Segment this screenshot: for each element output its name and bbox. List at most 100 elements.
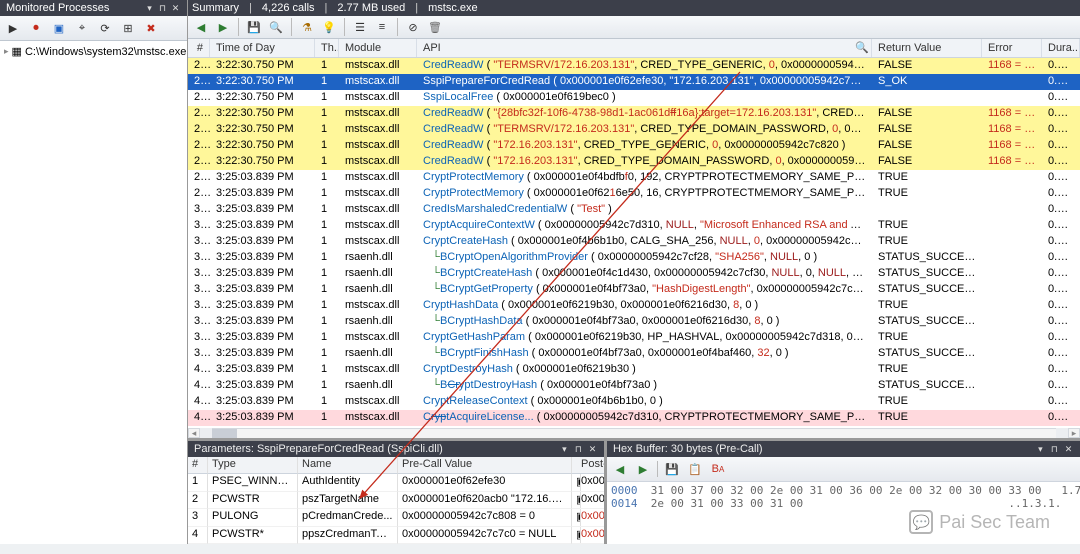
table-row[interactable]: 313:25:03.839 PM1mstscax.dllCryptAcquire… xyxy=(188,218,1080,234)
dropdown-icon[interactable]: ▾ xyxy=(559,444,570,455)
table-row[interactable]: 363:25:03.839 PM1mstscax.dllCryptHashDat… xyxy=(188,298,1080,314)
summary-label[interactable]: Summary xyxy=(192,2,239,14)
expand-icon[interactable]: ▸ xyxy=(4,46,9,57)
nav-back-icon[interactable]: ◀ xyxy=(192,18,210,36)
table-row[interactable]: 393:25:03.839 PM1rsaenh.dll └BCryptFinis… xyxy=(188,346,1080,362)
table-row[interactable]: 253:22:30.750 PM1mstscax.dllCredReadW ( … xyxy=(188,122,1080,138)
table-row[interactable]: 233:22:30.750 PM1mstscax.dllSspiLocalFre… xyxy=(188,90,1080,106)
col-time[interactable]: Time of Day xyxy=(210,39,315,57)
table-row[interactable]: 213:22:30.750 PM1mstscax.dllCredReadW ( … xyxy=(188,58,1080,74)
col-api[interactable]: API🔍 xyxy=(417,39,872,57)
stop-icon[interactable]: ▣ xyxy=(50,19,68,37)
col-error[interactable]: Error xyxy=(982,39,1042,57)
record-icon[interactable]: ⏺ xyxy=(27,19,45,37)
nav-fwd-icon[interactable]: ▶ xyxy=(634,460,652,478)
params-cell: pCredmanCrede... xyxy=(298,509,398,526)
hex-body[interactable]: 0000 31 00 37 00 32 00 2e 00 31 00 36 00… xyxy=(607,482,1080,544)
main-toolbar: ◀ ▶ 💾 🔍 ⚗ 💡 ☰ ≡ ⊘ 🗑 xyxy=(188,16,1080,39)
params-cell: PCWSTR xyxy=(208,492,298,509)
remove-icon[interactable]: ✖ xyxy=(142,19,160,37)
params-col[interactable]: Post-Call Value xyxy=(577,457,604,474)
params-cell: pszTargetName xyxy=(298,492,398,509)
dropdown-icon[interactable]: ▾ xyxy=(144,3,155,14)
treeview-icon[interactable]: ☰ xyxy=(351,18,369,36)
table-row[interactable]: 373:25:03.839 PM1rsaenh.dll └BCryptHashD… xyxy=(188,314,1080,330)
params-cell: 0x00000005942c7c7c0 = C xyxy=(577,527,604,544)
refresh-icon[interactable]: ⟳ xyxy=(96,19,114,37)
close-icon[interactable]: ✕ xyxy=(170,3,181,14)
pin-icon[interactable]: ⊓ xyxy=(573,444,584,455)
params-col[interactable]: # xyxy=(188,457,208,474)
exe-icon: ▦ xyxy=(12,45,22,58)
close-icon[interactable]: ✕ xyxy=(1063,444,1074,455)
process-tree[interactable]: ▸ ▦ C:\Windows\system32\mstsc.exe xyxy=(0,41,187,544)
panel-title-text: Monitored Processes xyxy=(6,2,109,14)
table-row[interactable]: 243:22:30.750 PM1mstscax.dllCredReadW ( … xyxy=(188,106,1080,122)
close-icon[interactable]: ✕ xyxy=(587,444,598,455)
params-col[interactable]: Pre-Call Value xyxy=(398,457,572,474)
col-duration[interactable]: Dura... xyxy=(1042,39,1080,57)
params-cell: ppszCredmanTar... xyxy=(298,527,398,544)
table-row[interactable]: 273:22:30.750 PM1mstscax.dllCredReadW ( … xyxy=(188,154,1080,170)
params-col[interactable]: Name xyxy=(298,457,398,474)
add-process-icon[interactable]: ▶ xyxy=(4,19,22,37)
table-row[interactable]: 323:25:03.839 PM1mstscax.dllCryptCreateH… xyxy=(188,234,1080,250)
params-cell: 0x000001e0f620acb0 "172.16.203.131" xyxy=(398,492,572,509)
params-cell: 2 xyxy=(188,492,208,509)
lightbulb-icon[interactable]: 💡 xyxy=(320,18,338,36)
params-cell: PCWSTR* xyxy=(208,527,298,544)
scroll-thumb[interactable] xyxy=(212,429,237,438)
summary-process: mstsc.exe xyxy=(428,2,478,14)
table-row[interactable]: 223:22:30.750 PM1mstscax.dllSspiPrepareF… xyxy=(188,74,1080,90)
hex-title: Hex Buffer: 30 bytes (Pre-Call) ▾ ⊓ ✕ xyxy=(607,441,1080,457)
view-mode-icon[interactable]: BA xyxy=(709,460,727,478)
table-row[interactable]: 263:22:30.750 PM1mstscax.dllCredReadW ( … xyxy=(188,138,1080,154)
params-cell: 0x00000005942c7c808 = 0 xyxy=(398,509,572,526)
crosshair-icon[interactable]: ⌖ xyxy=(73,19,91,37)
col-num[interactable]: # xyxy=(188,39,210,57)
copy-icon[interactable]: 📋 xyxy=(686,460,704,478)
table-row[interactable]: 303:25:03.839 PM1mstscax.dllCredIsMarsha… xyxy=(188,202,1080,218)
search-icon[interactable]: 🔍 xyxy=(855,41,867,53)
table-row[interactable]: 293:25:03.839 PM1mstscax.dllCryptProtect… xyxy=(188,186,1080,202)
table-row[interactable]: 283:25:03.839 PM1mstscax.dllCryptProtect… xyxy=(188,170,1080,186)
h-scrollbar[interactable]: ◂ ▸ xyxy=(188,428,1080,438)
table-row[interactable]: 343:25:03.839 PM1rsaenh.dll └BCryptCreat… xyxy=(188,266,1080,282)
delete-icon[interactable]: 🗑 xyxy=(426,18,444,36)
params-grid[interactable]: #TypeNamePre-Call Value▣Post-Call Value▣… xyxy=(188,457,604,544)
params-cell: 0x000001e0f620acb0 "17 xyxy=(577,492,604,509)
tree-root-label: C:\Windows\system32\mstsc.exe xyxy=(25,46,186,58)
scroll-right-icon[interactable]: ▸ xyxy=(1068,428,1080,438)
tree-root[interactable]: ▸ ▦ C:\Windows\system32\mstsc.exe xyxy=(4,44,183,59)
table-row[interactable]: 383:25:03.839 PM1mstscax.dllCryptGetHash… xyxy=(188,330,1080,346)
nav-back-icon[interactable]: ◀ xyxy=(611,460,629,478)
table-row[interactable]: 353:25:03.839 PM1rsaenh.dll └BCryptGetPr… xyxy=(188,282,1080,298)
summary-calls: 4,226 calls xyxy=(262,2,315,14)
table-row[interactable]: 333:25:03.839 PM1rsaenh.dll └BCryptOpenA… xyxy=(188,250,1080,266)
left-toolbar: ▶ ⏺ ▣ ⌖ ⟳ ⊞ ✖ xyxy=(0,16,187,41)
save-hex-icon[interactable]: 💾 xyxy=(663,460,681,478)
params-cell: 4 xyxy=(188,527,208,544)
pin-icon[interactable]: ⊓ xyxy=(1049,444,1060,455)
nav-fwd-icon[interactable]: ▶ xyxy=(214,18,232,36)
funnel-icon[interactable]: ⚗ xyxy=(298,18,316,36)
scroll-left-icon[interactable]: ◂ xyxy=(188,428,200,438)
table-row[interactable]: 403:25:03.839 PM1mstscax.dllCryptDestroy… xyxy=(188,362,1080,378)
grid-rows[interactable]: 213:22:30.750 PM1mstscax.dllCredReadW ( … xyxy=(188,58,1080,428)
clear-icon[interactable]: ⊘ xyxy=(404,18,422,36)
col-return[interactable]: Return Value xyxy=(872,39,982,57)
save-icon[interactable]: 💾 xyxy=(245,18,263,36)
col-module[interactable]: Module xyxy=(339,39,417,57)
collapse-icon[interactable]: ≡ xyxy=(373,18,391,36)
find-icon[interactable]: 🔍 xyxy=(267,18,285,36)
col-thread[interactable]: Th... xyxy=(315,39,339,57)
summary-bar: Summary | 4,226 calls | 2.77 MB used | m… xyxy=(188,0,1080,16)
params-col[interactable]: Type xyxy=(208,457,298,474)
params-cell: 0x00000005942c7c7c0 = NULL xyxy=(398,527,572,544)
dropdown-icon[interactable]: ▾ xyxy=(1035,444,1046,455)
table-row[interactable]: 433:25:03.839 PM1mstscax.dllCryptAcquire… xyxy=(188,410,1080,426)
table-row[interactable]: 413:25:03.839 PM1rsaenh.dll └BCryptDestr… xyxy=(188,378,1080,394)
pin-icon[interactable]: ⊓ xyxy=(157,3,168,14)
table-row[interactable]: 423:25:03.839 PM1mstscax.dllCryptRelease… xyxy=(188,394,1080,410)
process-icon[interactable]: ⊞ xyxy=(119,19,137,37)
